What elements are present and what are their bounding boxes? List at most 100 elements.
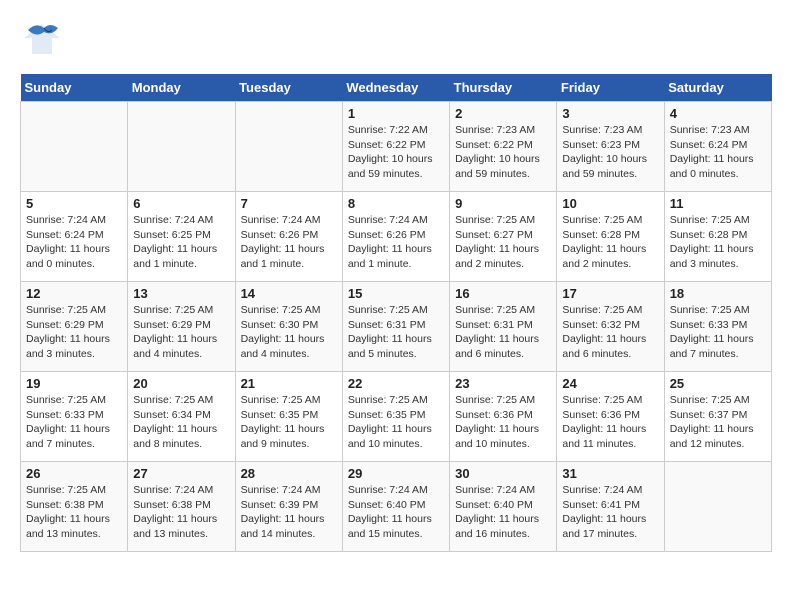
calendar-week-row: 5 Sunrise: 7:24 AMSunset: 6:24 PMDaylight… — [21, 192, 772, 282]
calendar-day-cell: 30 Sunrise: 7:24 AMSunset: 6:40 PMDayligh… — [450, 462, 557, 552]
day-sun-info: Sunrise: 7:25 AMSunset: 6:36 PMDaylight:… — [562, 393, 658, 452]
calendar-day-cell: 18 Sunrise: 7:25 AMSunset: 6:33 PMDayligh… — [664, 282, 771, 372]
day-number: 27 — [133, 466, 229, 481]
day-sun-info: Sunrise: 7:25 AMSunset: 6:37 PMDaylight:… — [670, 393, 766, 452]
calendar-day-cell: 28 Sunrise: 7:24 AMSunset: 6:39 PMDayligh… — [235, 462, 342, 552]
day-number: 31 — [562, 466, 658, 481]
day-sun-info: Sunrise: 7:24 AMSunset: 6:38 PMDaylight:… — [133, 483, 229, 542]
calendar-day-cell: 2 Sunrise: 7:23 AMSunset: 6:22 PMDaylight… — [450, 102, 557, 192]
header-sunday: Sunday — [21, 74, 128, 102]
calendar-day-cell: 1Sunrise: 7:22 AMSunset: 6:22 PMDaylight… — [342, 102, 449, 192]
day-sun-info: Sunrise: 7:23 AMSunset: 6:24 PMDaylight:… — [670, 123, 766, 182]
calendar-day-cell: 14 Sunrise: 7:25 AMSunset: 6:30 PMDayligh… — [235, 282, 342, 372]
calendar-week-row: 12 Sunrise: 7:25 AMSunset: 6:29 PMDayligh… — [21, 282, 772, 372]
calendar-day-cell: 24Sunrise: 7:25 AMSunset: 6:36 PMDayligh… — [557, 372, 664, 462]
day-sun-info: Sunrise: 7:25 AMSunset: 6:29 PMDaylight:… — [133, 303, 229, 362]
calendar-day-cell: 25 Sunrise: 7:25 AMSunset: 6:37 PMDayligh… — [664, 372, 771, 462]
day-number: 20 — [133, 376, 229, 391]
calendar-day-cell: 15 Sunrise: 7:25 AMSunset: 6:31 PMDayligh… — [342, 282, 449, 372]
calendar-day-cell — [21, 102, 128, 192]
day-number: 10 — [562, 196, 658, 211]
calendar-day-cell: 11Sunrise: 7:25 AMSunset: 6:28 PMDayligh… — [664, 192, 771, 282]
day-number: 12 — [26, 286, 122, 301]
calendar-day-cell: 17 Sunrise: 7:25 AMSunset: 6:32 PMDayligh… — [557, 282, 664, 372]
day-sun-info: Sunrise: 7:25 AMSunset: 6:38 PMDaylight:… — [26, 483, 122, 542]
day-number: 4 — [670, 106, 766, 121]
day-sun-info: Sunrise: 7:24 AMSunset: 6:24 PMDaylight:… — [26, 213, 122, 272]
calendar-day-cell: 8 Sunrise: 7:24 AMSunset: 6:26 PMDaylight… — [342, 192, 449, 282]
calendar-day-cell: 12 Sunrise: 7:25 AMSunset: 6:29 PMDayligh… — [21, 282, 128, 372]
day-number: 8 — [348, 196, 444, 211]
day-number: 19 — [26, 376, 122, 391]
calendar-day-cell: 27 Sunrise: 7:24 AMSunset: 6:38 PMDayligh… — [128, 462, 235, 552]
day-number: 26 — [26, 466, 122, 481]
weekday-header-row: Sunday Monday Tuesday Wednesday Thursday… — [21, 74, 772, 102]
calendar-day-cell — [235, 102, 342, 192]
day-number: 15 — [348, 286, 444, 301]
calendar-day-cell: 6Sunrise: 7:24 AMSunset: 6:25 PMDaylight… — [128, 192, 235, 282]
day-sun-info: Sunrise: 7:25 AMSunset: 6:35 PMDaylight:… — [348, 393, 444, 452]
day-sun-info: Sunrise: 7:24 AMSunset: 6:40 PMDaylight:… — [348, 483, 444, 542]
day-number: 7 — [241, 196, 337, 211]
day-sun-info: Sunrise: 7:25 AMSunset: 6:36 PMDaylight:… — [455, 393, 551, 452]
calendar-day-cell — [664, 462, 771, 552]
day-sun-info: Sunrise: 7:25 AMSunset: 6:29 PMDaylight:… — [26, 303, 122, 362]
day-sun-info: Sunrise: 7:24 AMSunset: 6:39 PMDaylight:… — [241, 483, 337, 542]
day-sun-info: Sunrise: 7:25 AMSunset: 6:32 PMDaylight:… — [562, 303, 658, 362]
page-header — [20, 20, 772, 58]
day-number: 28 — [241, 466, 337, 481]
header-wednesday: Wednesday — [342, 74, 449, 102]
calendar-day-cell: 7 Sunrise: 7:24 AMSunset: 6:26 PMDaylight… — [235, 192, 342, 282]
day-number: 18 — [670, 286, 766, 301]
header-monday: Monday — [128, 74, 235, 102]
day-number: 13 — [133, 286, 229, 301]
calendar-table: Sunday Monday Tuesday Wednesday Thursday… — [20, 74, 772, 552]
day-number: 14 — [241, 286, 337, 301]
day-sun-info: Sunrise: 7:25 AMSunset: 6:31 PMDaylight:… — [455, 303, 551, 362]
day-number: 22 — [348, 376, 444, 391]
calendar-day-cell: 13 Sunrise: 7:25 AMSunset: 6:29 PMDayligh… — [128, 282, 235, 372]
day-sun-info: Sunrise: 7:22 AMSunset: 6:22 PMDaylight:… — [348, 123, 444, 182]
day-number: 3 — [562, 106, 658, 121]
day-sun-info: Sunrise: 7:25 AMSunset: 6:31 PMDaylight:… — [348, 303, 444, 362]
day-number: 5 — [26, 196, 122, 211]
calendar-day-cell: 16 Sunrise: 7:25 AMSunset: 6:31 PMDayligh… — [450, 282, 557, 372]
day-sun-info: Sunrise: 7:24 AMSunset: 6:25 PMDaylight:… — [133, 213, 229, 272]
day-sun-info: Sunrise: 7:25 AMSunset: 6:30 PMDaylight:… — [241, 303, 337, 362]
day-sun-info: Sunrise: 7:24 AMSunset: 6:26 PMDaylight:… — [241, 213, 337, 272]
day-number: 16 — [455, 286, 551, 301]
header-tuesday: Tuesday — [235, 74, 342, 102]
day-number: 29 — [348, 466, 444, 481]
calendar-week-row: 1Sunrise: 7:22 AMSunset: 6:22 PMDaylight… — [21, 102, 772, 192]
calendar-day-cell: 9Sunrise: 7:25 AMSunset: 6:27 PMDaylight… — [450, 192, 557, 282]
day-number: 25 — [670, 376, 766, 391]
day-sun-info: Sunrise: 7:25 AMSunset: 6:33 PMDaylight:… — [670, 303, 766, 362]
day-number: 17 — [562, 286, 658, 301]
calendar-day-cell: 29 Sunrise: 7:24 AMSunset: 6:40 PMDayligh… — [342, 462, 449, 552]
day-sun-info: Sunrise: 7:25 AMSunset: 6:28 PMDaylight:… — [562, 213, 658, 272]
header-thursday: Thursday — [450, 74, 557, 102]
calendar-day-cell — [128, 102, 235, 192]
day-number: 9 — [455, 196, 551, 211]
calendar-day-cell: 31 Sunrise: 7:24 AMSunset: 6:41 PMDayligh… — [557, 462, 664, 552]
day-sun-info: Sunrise: 7:24 AMSunset: 6:40 PMDaylight:… — [455, 483, 551, 542]
day-sun-info: Sunrise: 7:24 AMSunset: 6:26 PMDaylight:… — [348, 213, 444, 272]
day-sun-info: Sunrise: 7:23 AMSunset: 6:23 PMDaylight:… — [562, 123, 658, 182]
calendar-day-cell: 10 Sunrise: 7:25 AMSunset: 6:28 PMDayligh… — [557, 192, 664, 282]
day-sun-info: Sunrise: 7:25 AMSunset: 6:28 PMDaylight:… — [670, 213, 766, 272]
day-sun-info: Sunrise: 7:24 AMSunset: 6:41 PMDaylight:… — [562, 483, 658, 542]
calendar-day-cell: 5 Sunrise: 7:24 AMSunset: 6:24 PMDaylight… — [21, 192, 128, 282]
day-sun-info: Sunrise: 7:23 AMSunset: 6:22 PMDaylight:… — [455, 123, 551, 182]
day-number: 23 — [455, 376, 551, 391]
calendar-day-cell: 4 Sunrise: 7:23 AMSunset: 6:24 PMDaylight… — [664, 102, 771, 192]
calendar-day-cell: 26 Sunrise: 7:25 AMSunset: 6:38 PMDayligh… — [21, 462, 128, 552]
calendar-day-cell: 23 Sunrise: 7:25 AMSunset: 6:36 PMDayligh… — [450, 372, 557, 462]
logo — [20, 20, 68, 58]
day-number: 30 — [455, 466, 551, 481]
logo-bird-icon — [20, 20, 64, 58]
calendar-week-row: 26 Sunrise: 7:25 AMSunset: 6:38 PMDayligh… — [21, 462, 772, 552]
calendar-day-cell: 3 Sunrise: 7:23 AMSunset: 6:23 PMDaylight… — [557, 102, 664, 192]
day-sun-info: Sunrise: 7:25 AMSunset: 6:35 PMDaylight:… — [241, 393, 337, 452]
calendar-week-row: 19Sunrise: 7:25 AMSunset: 6:33 PMDayligh… — [21, 372, 772, 462]
day-number: 2 — [455, 106, 551, 121]
